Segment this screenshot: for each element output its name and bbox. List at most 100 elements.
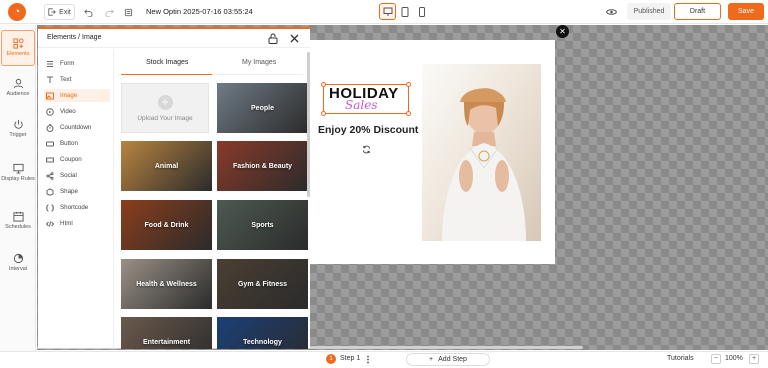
sidebar-label-schedules: Schedules (5, 224, 31, 231)
desktop-icon (383, 7, 392, 16)
element-item-video[interactable]: Video (44, 105, 110, 118)
elements-panel: Elements / Image Form Text Image Video C… (38, 27, 310, 349)
woman-photo[interactable] (422, 64, 541, 241)
exit-icon (48, 8, 56, 16)
element-item-coupon[interactable]: Coupon (44, 153, 110, 166)
resize-handle-br[interactable] (406, 111, 411, 116)
sidebar-item-audience[interactable]: Audience (1, 70, 35, 106)
stock-category-animal[interactable]: Animal (121, 141, 212, 191)
image-library: Stock Images My Images + Upload Your Ima… (115, 49, 310, 349)
element-item-html[interactable]: Html (44, 217, 110, 230)
holiday-sales-image[interactable]: HOLIDAY Sales (321, 82, 411, 116)
stock-category-food-drink[interactable]: Food & Drink (121, 200, 212, 250)
tutorials-link[interactable]: Tutorials (667, 355, 694, 362)
popup-close-icon[interactable]: ✕ (556, 25, 569, 38)
sidebar-item-display-rules[interactable]: Display Rules (1, 153, 35, 193)
element-item-image[interactable]: Image (44, 89, 110, 102)
undo-icon[interactable] (84, 8, 93, 17)
desktop-view-button[interactable] (379, 3, 396, 20)
add-step-label: Add Step (438, 356, 467, 363)
tile-label: People (251, 104, 274, 112)
element-label: Countdown (60, 124, 92, 131)
sidebar-item-schedules[interactable]: Schedules (1, 203, 35, 239)
element-label: Image (60, 92, 78, 99)
element-item-form[interactable]: Form (44, 57, 110, 70)
text-icon (47, 76, 53, 83)
video-icon (46, 107, 54, 116)
element-item-text[interactable]: Text (44, 73, 110, 86)
resize-handle-bl[interactable] (321, 111, 326, 116)
element-item-shape[interactable]: Shape (44, 185, 110, 198)
step-tab[interactable]: Step 1 (340, 355, 360, 362)
unlock-icon[interactable] (268, 33, 278, 44)
undo-redo-group (82, 4, 116, 20)
tile-label: Gym & Fitness (237, 280, 287, 288)
sidebar-label-trigger: Trigger (9, 132, 27, 139)
coupon-icon (46, 157, 54, 162)
shortcode-icon (46, 204, 54, 211)
countdown-icon (46, 123, 54, 132)
top-toolbar: ◔ Exit New Optin 2025-07-16 03:55:24 Pub… (0, 0, 768, 24)
tile-label: Fashion & Beauty (232, 162, 293, 170)
resize-handle-tr[interactable] (406, 82, 411, 87)
tile-label: Food & Drink (144, 221, 189, 229)
preview-button[interactable] (603, 3, 620, 20)
element-item-countdown[interactable]: Countdown (44, 121, 110, 134)
element-label: Button (60, 140, 78, 147)
stock-category-gym-fitness[interactable]: Gym & Fitness (217, 259, 308, 309)
step-menu-icon[interactable] (366, 355, 370, 364)
mobile-view-button[interactable] (413, 3, 430, 20)
tile-label: Animal (154, 162, 179, 170)
resize-handle-tl[interactable] (321, 82, 326, 87)
stock-category-fashion-beauty[interactable]: Fashion & Beauty (217, 141, 308, 191)
sidebar-item-elements[interactable]: Elements (1, 30, 35, 66)
panel-title: Elements / Image (47, 34, 102, 41)
tile-label: Sports (251, 221, 274, 229)
zoom-out-button[interactable]: − (711, 354, 721, 364)
element-item-button[interactable]: Button (44, 137, 110, 150)
zoom-in-button[interactable]: + (749, 354, 759, 364)
sales-script-text: Sales (345, 98, 378, 112)
refresh-icon[interactable] (362, 141, 371, 159)
upload-label: Upload Your Image (137, 114, 193, 122)
panel-scrollbar[interactable] (307, 52, 310, 197)
exit-button[interactable]: Exit (44, 4, 75, 20)
element-label: Coupon (60, 156, 82, 163)
tablet-icon (401, 6, 408, 17)
published-button[interactable]: Published (627, 3, 671, 20)
element-label: Text (60, 76, 72, 83)
close-icon[interactable] (290, 34, 299, 43)
save-button[interactable]: Save (728, 3, 764, 20)
element-label: Html (60, 220, 73, 227)
element-item-social[interactable]: Social (44, 169, 110, 182)
power-icon (13, 120, 23, 129)
stock-category-sports[interactable]: Sports (217, 200, 308, 250)
add-step-button[interactable]: + Add Step (406, 353, 490, 366)
button-icon (46, 141, 54, 146)
elements-icon (12, 38, 24, 49)
sidebar-item-interval[interactable]: Interval (1, 245, 35, 281)
upload-image-button[interactable]: + Upload Your Image (121, 83, 209, 133)
tab-my-images[interactable]: My Images (242, 59, 276, 66)
settings-button[interactable] (121, 4, 135, 20)
step-number-badge: 1 (326, 354, 336, 364)
sidebar-item-trigger[interactable]: Trigger (1, 111, 35, 147)
discount-text[interactable]: Enjoy 20% Discount (318, 124, 418, 136)
exit-label: Exit (59, 8, 71, 16)
stock-category-health-wellness[interactable]: Health & Wellness (121, 259, 212, 309)
stock-category-entertainment[interactable]: Entertainment (121, 317, 212, 349)
draft-button[interactable]: Draft (674, 3, 721, 20)
tab-stock-images[interactable]: Stock Images (146, 59, 188, 66)
calendar-icon (12, 212, 24, 222)
element-label: Video (60, 108, 76, 115)
element-item-shortcode[interactable]: Shortcode (44, 201, 110, 214)
eye-icon (606, 8, 617, 15)
tablet-view-button[interactable] (396, 3, 413, 20)
redo-icon[interactable] (105, 8, 114, 17)
tile-label: Health & Wellness (136, 280, 197, 288)
stock-category-people[interactable]: People (217, 83, 308, 133)
active-tab-indicator (121, 74, 212, 75)
stock-category-technology[interactable]: Technology (217, 317, 308, 349)
sidebar-label-display-rules: Display Rules (1, 176, 35, 183)
image-icon (46, 92, 54, 99)
